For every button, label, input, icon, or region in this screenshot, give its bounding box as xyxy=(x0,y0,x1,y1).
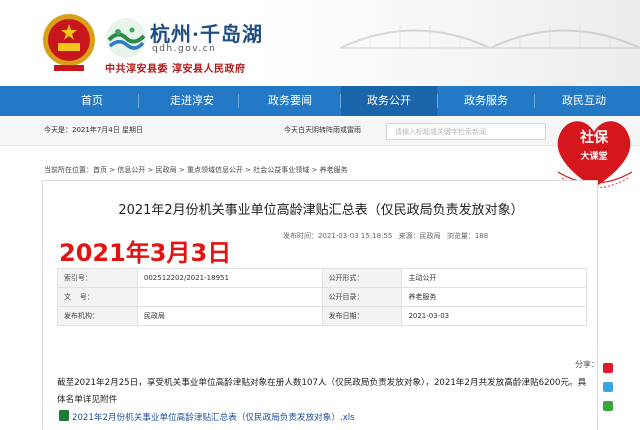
badge-title: 社保 xyxy=(579,129,609,146)
share-buttons xyxy=(603,358,616,415)
header-banner xyxy=(260,0,640,86)
document-info-table: 索引号： 002512202/2021-18951 公开形式： 主动公开 文 号… xyxy=(57,268,587,326)
weather-text: 今天白天阴转阵雨或雷雨 xyxy=(284,126,361,134)
attachment-name[interactable]: 2021年2月份机关事业单位高龄津贴汇总表（仅民政局负责发放对象）.xls xyxy=(72,413,355,423)
site-gov-name: 中共淳安县委 淳安县人民政府 xyxy=(105,64,246,75)
info-value: 002512202/2021-18951 xyxy=(136,268,323,288)
breadcrumb[interactable]: 当前所在位置：首页 > 信息公开 > 民政局 > 重点领域信息公开 > 社会公益… xyxy=(44,165,348,175)
info-key: 发布日期： xyxy=(321,306,403,326)
site-name: 杭州·千岛湖 xyxy=(150,22,263,46)
info-key: 发布机构： xyxy=(57,306,138,326)
article-title: 2021年2月份机关事业单位高龄津贴汇总表（仅民政局负责发放对象） xyxy=(118,203,524,218)
article-source: 来源：民政局 xyxy=(398,232,441,240)
info-value: 民政局 xyxy=(136,306,323,326)
nav-item-home[interactable]: 首页 xyxy=(46,86,138,116)
nav-divider xyxy=(437,94,438,108)
nav-divider xyxy=(238,94,239,108)
info-key: 公开目录： xyxy=(321,287,403,307)
info-key: 公开形式： xyxy=(321,268,403,288)
qiandaohu-logo-icon xyxy=(106,18,146,58)
share-label: 分享： xyxy=(575,360,599,369)
wechat-share-icon[interactable] xyxy=(603,401,613,411)
info-bar: 今天是：2021年7月4日 星期日 今天白天阴转阵雨或雷雨 请输入标题或关键字检… xyxy=(0,116,640,146)
site-domain: qdh.gov.cn xyxy=(152,44,217,54)
page: 杭州·千岛湖 qdh.gov.cn 中共淳安县委 淳安县人民政府 首页 走进淳安… xyxy=(0,0,640,430)
nav-item-news[interactable]: 政务要闻 xyxy=(244,86,336,116)
publish-time: 发布时间：2021-03-03 15:18:55 xyxy=(283,232,393,240)
info-value: 养老服务 xyxy=(401,287,587,307)
weibo-share-icon[interactable] xyxy=(603,363,613,373)
table-row: 索引号： 002512202/2021-18951 公开形式： 主动公开 xyxy=(57,268,587,288)
nav-item-services[interactable]: 政务服务 xyxy=(440,86,532,116)
excel-file-icon xyxy=(59,410,69,421)
main-nav: 首页 走进淳安 政务要闻 政务公开 政务服务 政民互动 xyxy=(0,86,640,116)
overlay-date-stamp: 2021年3月3日 xyxy=(59,239,232,267)
nav-item-gov-affairs[interactable]: 政务公开 xyxy=(341,86,437,116)
article-container: 2021年2月份机关事业单位高龄津贴汇总表（仅民政局负责发放对象） 发布时间：2… xyxy=(42,180,613,430)
nav-divider xyxy=(138,94,139,108)
info-value: 2021-03-03 xyxy=(401,306,587,326)
info-value: 主动公开 xyxy=(401,268,587,288)
badge-subtitle: 大课堂 xyxy=(580,150,607,162)
search-placeholder: 请输入标题或关键字检索新闻 xyxy=(395,128,486,136)
attachment-link[interactable]: 2021年2月份机关事业单位高龄津贴汇总表（仅民政局负责发放对象）.xls xyxy=(59,410,355,423)
info-value xyxy=(136,287,323,307)
nav-item-about[interactable]: 走进淳安 xyxy=(146,86,238,116)
qzone-share-icon[interactable] xyxy=(603,382,613,392)
nav-divider xyxy=(534,94,535,108)
table-row: 文 号： 公开目录： 养老服务 xyxy=(57,287,587,307)
info-key: 索引号： xyxy=(57,268,138,288)
bridge-illustration xyxy=(340,25,640,50)
article-body: 截至2021年2月25日，享受机关事业单位高龄津贴对象在册人数107人（仅民政局… xyxy=(57,378,587,405)
table-row: 发布机构： 民政局 发布日期： 2021-03-03 xyxy=(57,306,587,326)
site-header: 杭州·千岛湖 qdh.gov.cn 中共淳安县委 淳安县人民政府 xyxy=(0,0,640,86)
article-meta: 发布时间：2021-03-03 15:18:55 来源：民政局 浏览量：188 xyxy=(283,231,492,241)
current-date: 今天是：2021年7月4日 星期日 xyxy=(44,126,143,134)
national-emblem-icon xyxy=(43,14,95,71)
view-count: 浏览量：188 xyxy=(446,232,489,240)
search-input[interactable]: 请输入标题或关键字检索新闻 xyxy=(386,123,546,140)
info-key: 文 号： xyxy=(57,287,138,307)
